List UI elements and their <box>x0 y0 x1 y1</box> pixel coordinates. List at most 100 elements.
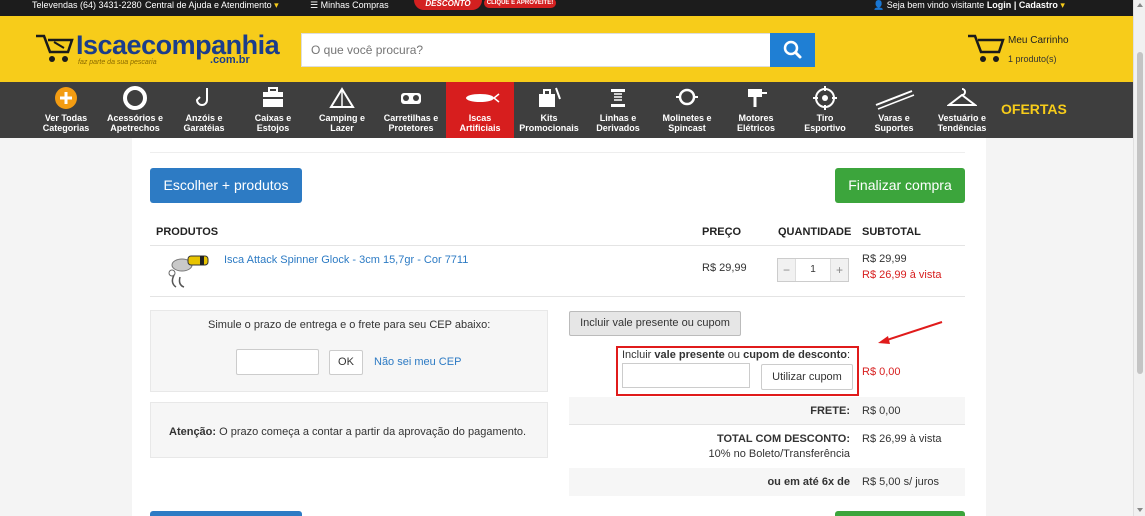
scrollbar-thumb[interactable] <box>1137 52 1143 374</box>
reel-icon <box>401 93 421 104</box>
lifebuoy-icon <box>123 86 147 110</box>
quantity-stepper: − 1 + <box>777 258 849 282</box>
coupon-label: Incluir vale presente ou cupom de descon… <box>622 349 851 361</box>
cart-count: 1 produto(s) <box>1008 54 1057 64</box>
nav-item-spinning[interactable]: Molinetes e Spincast <box>655 82 719 138</box>
nav-item-rods[interactable]: Varas e Suportes <box>862 82 926 138</box>
plus-circle-icon <box>55 87 77 109</box>
quantity-value[interactable]: 1 <box>796 259 830 281</box>
continue-shopping-button[interactable]: Escolher + produtos <box>150 168 302 203</box>
shipping-cost-label: FRETE: <box>810 405 850 417</box>
help-link[interactable]: Central de Ajuda e Atendimento ▾ <box>145 0 279 10</box>
chevron-down-icon: ▾ <box>274 0 279 10</box>
checkout-button-bottom[interactable] <box>835 511 965 516</box>
total-value: R$ 26,99 à vista <box>862 433 942 445</box>
nav-item-kits[interactable]: Kits Promocionais <box>516 82 582 138</box>
cart-icon[interactable] <box>966 32 1006 66</box>
rod-icon <box>875 90 915 110</box>
lure-icon <box>466 93 500 103</box>
nav-item-clothing[interactable]: Vestuário e Tendências <box>930 82 994 138</box>
logo-domain: .com.br <box>210 54 250 66</box>
tackle-box-icon <box>263 87 283 107</box>
page-scrollbar[interactable] <box>1133 0 1145 516</box>
search-input[interactable] <box>301 33 771 67</box>
shipping-cost-value: R$ 0,00 <box>862 405 901 417</box>
phone-text: Televendas (64) 3431-2280 <box>32 0 142 10</box>
welcome-area: 👤 Seja bem vindo visitante Login | Cadas… <box>873 0 1065 10</box>
checkout-button[interactable]: Finalizar compra <box>835 168 965 203</box>
total-label: TOTAL COM DESCONTO: <box>716 433 850 445</box>
product-thumbnail[interactable] <box>160 251 216 291</box>
site-logo[interactable]: Iscaecompanhia .com.br faz parte da sua … <box>34 30 280 70</box>
top-bar: Televendas (64) 3431-2280 Central de Aju… <box>0 0 1133 16</box>
divider <box>150 152 965 153</box>
product-subtotal: R$ 29,99 <box>862 253 907 265</box>
nav-item-motors[interactable]: Motores Elétricos <box>724 82 788 138</box>
nav-item-shooting[interactable]: Tiro Esportivo <box>793 82 857 138</box>
coupon-toggle-button[interactable]: Incluir vale presente ou cupom <box>569 311 741 336</box>
hanger-icon <box>947 88 977 106</box>
col-header-price: PREÇO <box>702 226 742 238</box>
divider <box>150 245 965 246</box>
nav-item-lines[interactable]: Linhas e Derivados <box>586 82 650 138</box>
total-sub-label: 10% no Boleto/Transferência <box>708 448 850 460</box>
welcome-text: Seja bem vindo visitante <box>886 0 985 10</box>
search-icon <box>783 40 802 59</box>
shipping-label: Simule o prazo de entrega e o frete para… <box>208 319 491 331</box>
col-header-products: PRODUTOS <box>156 226 219 238</box>
motor-icon <box>748 89 767 107</box>
kit-icon <box>539 87 561 107</box>
coupon-input[interactable] <box>622 363 750 388</box>
promo-discount: DESCONTO <box>414 0 482 10</box>
apply-coupon-button[interactable]: Utilizar cupom <box>761 364 853 390</box>
scroll-down-icon[interactable] <box>1137 508 1143 512</box>
quantity-decrease-button[interactable]: − <box>778 259 796 281</box>
continue-shopping-button-bottom[interactable] <box>150 511 302 516</box>
nav-item-lures[interactable]: Iscas Artificiais <box>446 82 514 138</box>
spool-icon <box>611 89 625 107</box>
category-nav: Ver Todas Categorias Acessórios e Apetrech… <box>0 82 1133 138</box>
promo-banner[interactable]: DESCONTO CLIQUE E APROVEITE! <box>414 0 556 10</box>
nav-item-hooks[interactable]: Anzóis e Garatéias <box>172 82 236 138</box>
divider <box>569 424 965 425</box>
cart-title[interactable]: Meu Carrinho <box>1008 35 1069 46</box>
col-header-quantity: QUANTIDADE <box>778 226 852 238</box>
annotation-arrow-icon <box>878 321 943 344</box>
installments-value: R$ 5,00 s/ juros <box>862 476 940 488</box>
promo-cta: CLIQUE E APROVEITE! <box>484 0 556 8</box>
col-header-subtotal: SUBTOTAL <box>862 226 921 238</box>
nav-item-reels[interactable]: Carretilhas e Protetores <box>379 82 443 138</box>
target-icon <box>813 86 837 110</box>
login-link[interactable]: Login <box>987 0 1012 10</box>
product-subtotal-cash: R$ 26,99 à vista <box>862 269 942 281</box>
unknown-cep-link[interactable]: Não sei meu CEP <box>374 356 461 368</box>
nav-item-boxes[interactable]: Caixas e Estojos <box>241 82 305 138</box>
shipping-warning: Atenção: O prazo começa a contar a parti… <box>169 426 527 438</box>
register-link[interactable]: Cadastro <box>1019 0 1058 10</box>
spinning-reel-icon <box>676 88 698 106</box>
user-icon: 👤 <box>873 0 885 10</box>
nav-item-camping[interactable]: Camping e Lazer <box>310 82 374 138</box>
nav-offers[interactable]: OFERTAS <box>1001 101 1067 117</box>
cep-ok-button[interactable]: OK <box>329 350 363 375</box>
hook-icon <box>195 88 208 106</box>
cep-input[interactable] <box>236 349 319 375</box>
scroll-up-icon[interactable] <box>1137 3 1143 7</box>
coupon-discount-value: R$ 0,00 <box>862 366 901 378</box>
nav-item-accessories[interactable]: Acessórios e Apetrechos <box>103 82 167 138</box>
logo-slogan: faz parte da sua pescaria <box>78 59 157 66</box>
hook-cart-logo-icon <box>36 34 74 62</box>
quantity-increase-button[interactable]: + <box>830 259 848 281</box>
tent-icon <box>329 87 355 108</box>
product-price: R$ 29,99 <box>702 262 747 274</box>
divider <box>150 296 965 297</box>
topbar-separator: | <box>1013 0 1017 10</box>
installments-label: ou em até 6x de <box>767 476 850 488</box>
search-button[interactable] <box>770 33 815 67</box>
nav-item-all-categories[interactable]: Ver Todas Categorias <box>34 82 98 138</box>
list-icon: ☰ <box>310 0 319 10</box>
site-header: Iscaecompanhia .com.br faz parte da sua … <box>0 16 1133 82</box>
product-name-link[interactable]: Isca Attack Spinner Glock - 3cm 15,7gr -… <box>224 254 468 266</box>
my-purchases-link[interactable]: ☰ Minhas Compras <box>310 0 389 10</box>
chevron-down-icon: ▾ <box>1060 0 1065 10</box>
